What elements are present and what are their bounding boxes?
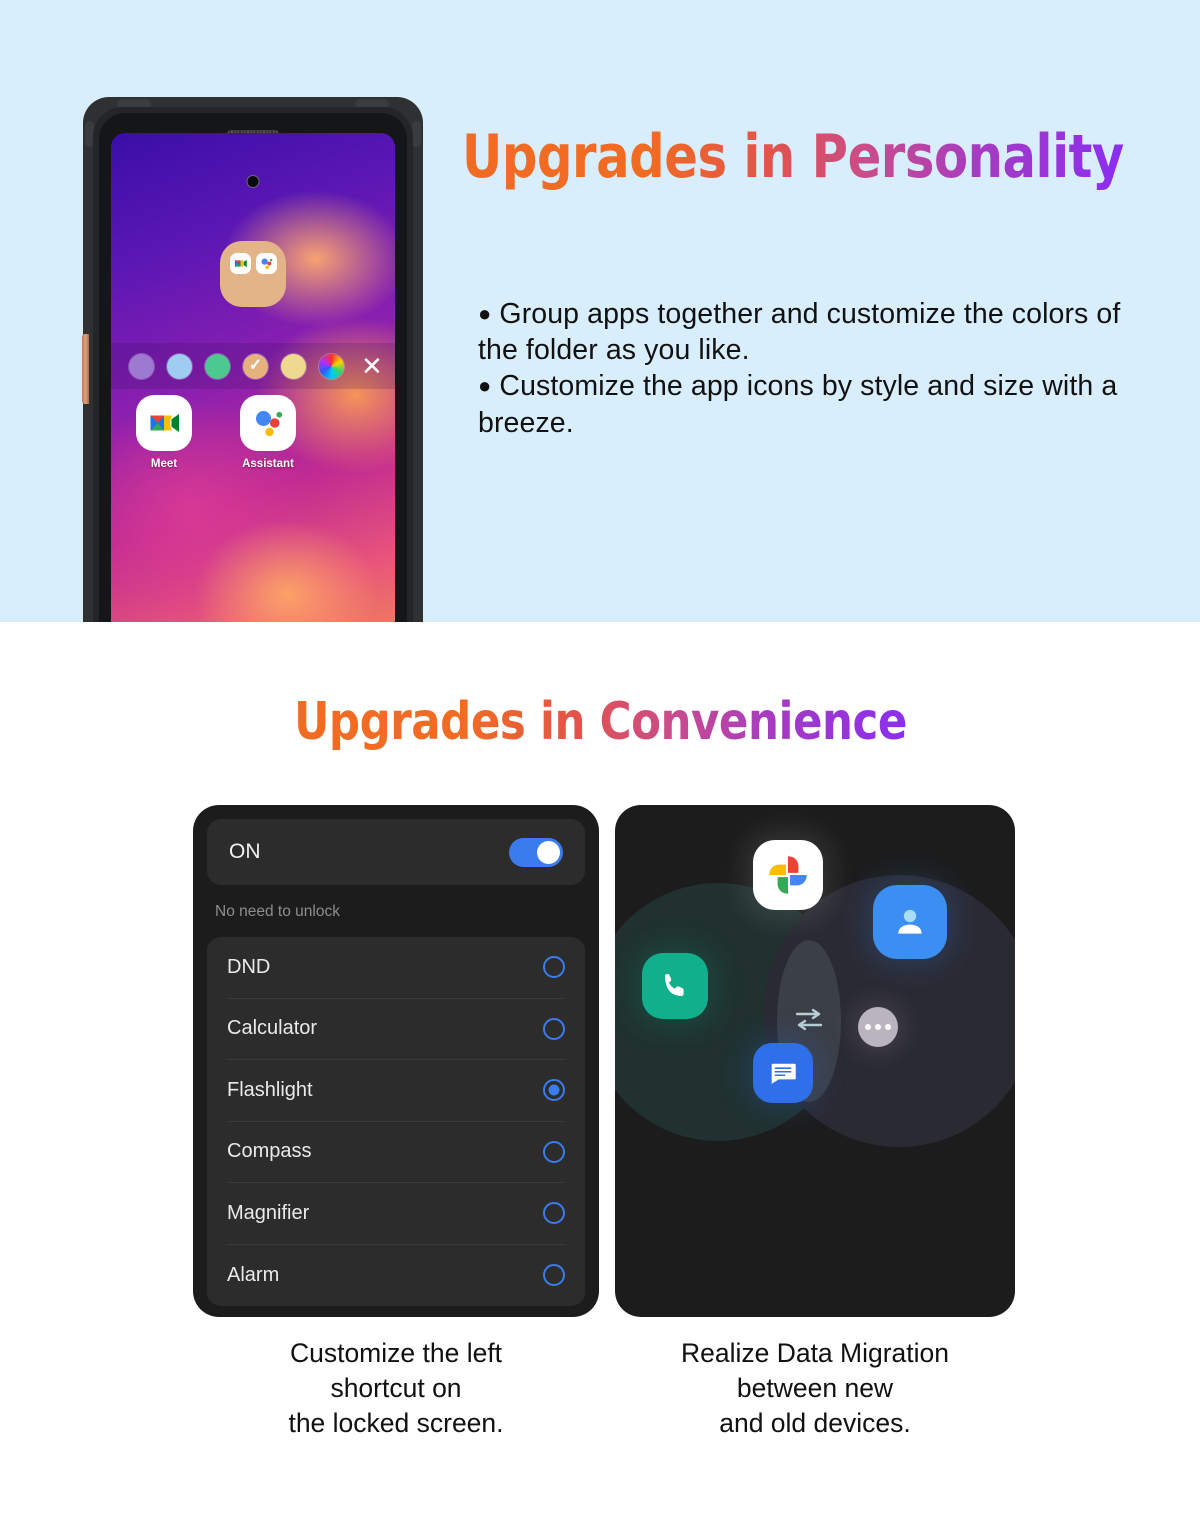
home-app-label: Assistant <box>242 458 294 470</box>
more-dots-icon <box>858 1007 898 1047</box>
color-swatch-green[interactable] <box>205 353 230 379</box>
shortcut-enable-row[interactable]: ON <box>207 819 585 885</box>
phone-shell: ✓ ✕ Meet Assistant <box>93 107 413 622</box>
shortcut-option-label: Compass <box>227 1140 312 1163</box>
shortcut-option-magnifier[interactable]: Magnifier <box>227 1183 565 1245</box>
caption-line: and old devices. <box>719 1407 911 1438</box>
color-swatch-light-blue[interactable] <box>167 353 192 379</box>
caption-line: the locked screen. <box>288 1407 504 1438</box>
color-swatch-purple[interactable] <box>129 353 154 379</box>
shortcut-option-alarm[interactable]: Alarm <box>227 1245 565 1307</box>
bumper-knob <box>412 121 421 147</box>
meet-icon <box>136 395 192 451</box>
color-swatch-light-yellow[interactable] <box>281 353 306 379</box>
app-folder[interactable] <box>220 241 286 307</box>
personality-section: ✓ ✕ Meet Assistant Upgrades in Personali… <box>0 0 1200 622</box>
radio-button[interactable] <box>543 956 565 979</box>
bullet-item: ● Group apps together and customize the … <box>478 296 1168 368</box>
close-icon[interactable]: ✕ <box>361 353 383 379</box>
color-swatch-tan-selected[interactable]: ✓ <box>243 353 268 379</box>
bullet-marker-icon: ● <box>478 373 492 399</box>
convenience-section: Upgrades in Convenience ON No need to un… <box>0 622 1200 1519</box>
migration-panel-caption: Realize Data Migration between new and old… <box>615 1336 1015 1441</box>
folder-color-palette[interactable]: ✓ ✕ <box>111 343 395 389</box>
shortcut-option-label: Flashlight <box>227 1078 313 1101</box>
shortcut-option-list: DND Calculator Flashlight Compass Magnif… <box>207 937 585 1306</box>
phone-device-mockup: ✓ ✕ Meet Assistant <box>82 97 423 622</box>
messages-icon <box>753 1043 813 1103</box>
radio-button-selected[interactable] <box>543 1079 565 1102</box>
side-power-button[interactable] <box>82 334 89 404</box>
radio-button[interactable] <box>543 1017 565 1040</box>
bullet-text: Customize the app icons by style and siz… <box>478 370 1118 439</box>
dot <box>885 1024 891 1030</box>
caption-line: shortcut on <box>330 1372 462 1403</box>
shortcut-option-flashlight[interactable]: Flashlight <box>227 1060 565 1122</box>
shortcut-option-label: Magnifier <box>227 1201 310 1224</box>
shortcut-enable-label: ON <box>229 840 261 863</box>
dot <box>865 1024 871 1030</box>
shortcut-option-dnd[interactable]: DND <box>227 937 565 999</box>
bullet-text: Group apps together and customize the co… <box>478 298 1121 367</box>
phone-icon <box>642 953 708 1019</box>
shortcut-option-compass[interactable]: Compass <box>227 1122 565 1183</box>
shortcut-panel-caption: Customize the left shortcut on the locked … <box>193 1336 599 1441</box>
check-icon: ✓ <box>248 357 263 374</box>
radio-button[interactable] <box>543 1140 565 1163</box>
shortcut-option-label: Alarm <box>227 1263 280 1286</box>
color-swatch-rainbow[interactable] <box>319 353 344 379</box>
bullet-item: ● Customize the app icons by style and s… <box>478 368 1168 440</box>
page-title-personality: Upgrades in Personality <box>462 122 1124 192</box>
bullet-marker-icon: ● <box>478 301 492 326</box>
caption-line: Realize Data Migration <box>680 1338 950 1368</box>
front-camera-icon <box>246 175 260 188</box>
shortcut-option-calculator[interactable]: Calculator <box>227 999 565 1060</box>
transfer-arrows-icon <box>787 1003 831 1037</box>
home-app-meet[interactable]: Meet <box>133 395 195 470</box>
phone-screen: ✓ ✕ Meet Assistant <box>111 133 395 622</box>
caption-line: Customize the left <box>289 1338 503 1368</box>
data-migration-panel <box>615 805 1015 1317</box>
meet-icon <box>229 253 251 274</box>
home-app-assistant[interactable]: Assistant <box>237 395 299 470</box>
google-photos-icon <box>753 840 823 910</box>
shortcut-enable-toggle[interactable] <box>509 837 563 867</box>
home-screen-app-row: Meet Assistant <box>111 395 395 470</box>
shortcut-option-label: Calculator <box>227 1017 318 1040</box>
lockscreen-shortcut-panel: ON No need to unlock DND Calculator Flas… <box>193 805 599 1317</box>
contacts-icon <box>873 885 947 959</box>
radio-button[interactable] <box>543 1264 565 1287</box>
convenience-title-text: Upgrades in Convenience <box>293 692 907 752</box>
unlock-hint-text: No need to unlock <box>215 903 340 920</box>
assistant-icon <box>240 395 296 451</box>
assistant-icon <box>255 253 277 274</box>
personality-feature-list: ● Group apps together and customize the … <box>478 296 1168 441</box>
home-app-label: Meet <box>150 458 178 470</box>
dot <box>875 1024 881 1030</box>
page-title-convenience: Upgrades in Convenience <box>0 692 1200 752</box>
radio-button[interactable] <box>543 1202 565 1225</box>
shortcut-option-label: DND <box>227 955 271 978</box>
phone-shell-inner: ✓ ✕ Meet Assistant <box>99 113 407 622</box>
caption-line: between new <box>736 1372 894 1403</box>
